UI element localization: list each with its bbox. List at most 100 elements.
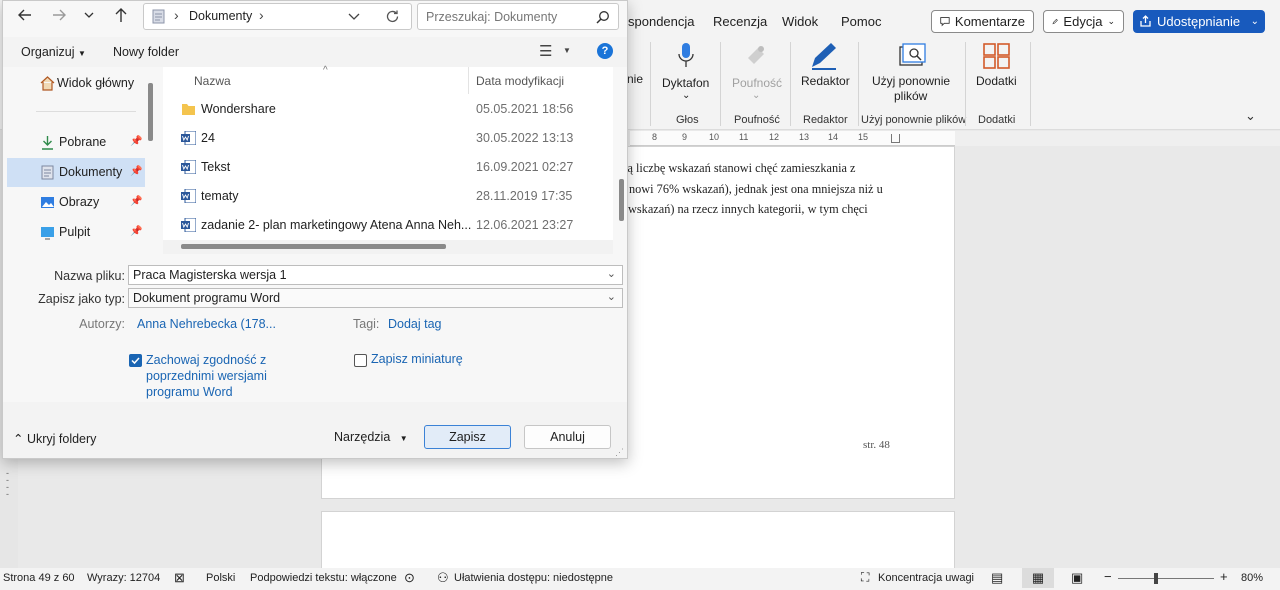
ruler-mark: 14 (828, 132, 839, 142)
editing-mode-button[interactable]: Edycja ⌄ (1043, 10, 1124, 33)
vertical-scrollbar-thumb[interactable] (619, 179, 624, 221)
document-page[interactable] (321, 511, 955, 571)
focus-mode-button[interactable]: Koncentracja uwagi (878, 572, 974, 584)
search-input[interactable]: Przeszukaj: Dokumenty (426, 10, 557, 24)
authors-value[interactable]: Anna Nehrebecka (178... (137, 317, 276, 331)
ruler-mark: 8 (652, 132, 658, 142)
zoom-level[interactable]: 80% (1241, 572, 1263, 584)
reuse-files-group-label: Użyj ponownie plików (861, 114, 967, 126)
print-layout-icon[interactable]: ▦ (1022, 568, 1054, 588)
navigation-pane: Widok główny Pobrane 📌 Dokumenty 📌 Obraz… (3, 67, 153, 254)
filetype-label: Zapisz jako typ: (38, 292, 125, 306)
word-count[interactable]: Wyrazy: 12704 (87, 572, 160, 584)
compatibility-checkbox[interactable] (129, 354, 142, 367)
horizontal-scrollbar-thumb[interactable] (181, 244, 446, 249)
horizontal-ruler[interactable]: 8 9 10 11 12 13 14 15 (630, 131, 1280, 146)
microphone-icon (678, 43, 694, 67)
sensitivity-button[interactable]: Poufność ⌄ Poufność (722, 38, 790, 130)
filename-input[interactable]: Praca Magisterska wersja 1 ⌄ (128, 265, 623, 285)
horizontal-scrollbar[interactable] (163, 240, 613, 254)
file-row[interactable]: Tekst 16.09.2021 02:27 (163, 153, 613, 182)
voice-group-label: Głos (676, 114, 699, 126)
column-divider[interactable] (468, 67, 469, 94)
file-row[interactable]: tematy 28.11.2019 17:35 (163, 182, 613, 211)
comments-button[interactable]: Komentarze (931, 10, 1034, 33)
back-arrow-icon[interactable] (17, 7, 33, 23)
macro-record-icon[interactable]: ⊙ (404, 570, 415, 586)
resize-grip-icon[interactable]: ⋰ (615, 447, 624, 458)
reuse-files-button[interactable]: Użyj ponownie plików Użyj ponownie plikó… (860, 38, 967, 130)
forward-arrow-icon[interactable] (51, 7, 67, 23)
hide-folders-button[interactable]: ⌃ Ukryj foldery (13, 431, 96, 446)
breadcrumb-chevron-icon[interactable]: › (259, 7, 264, 23)
nav-item-pictures[interactable]: Obrazy 📌 (7, 188, 145, 217)
nav-item-documents[interactable]: Dokumenty 📌 (7, 158, 145, 187)
address-bar[interactable]: › Dokumenty › (143, 3, 412, 30)
new-folder-button[interactable]: Nowy folder (113, 45, 179, 59)
organize-menu-button[interactable]: Organizuj ▼ (21, 45, 86, 59)
save-button[interactable]: Zapisz (424, 425, 511, 449)
ribbon-expand-chevron-icon[interactable]: ⌄ (1245, 108, 1256, 124)
page-count[interactable]: Strona 49 z 60 (3, 572, 75, 584)
cancel-button[interactable]: Anuluj (524, 425, 611, 449)
file-row[interactable]: Wondershare 05.05.2021 18:56 (163, 95, 613, 124)
pin-icon[interactable]: 📌 (130, 226, 142, 237)
chevron-down-icon: ⌄ (682, 90, 691, 101)
tab-recenzja[interactable]: Recenzja (713, 14, 767, 29)
column-header-name[interactable]: Nazwa (194, 74, 231, 88)
save-thumbnail-label[interactable]: Zapisz miniaturę (371, 352, 463, 366)
save-thumbnail-checkbox[interactable] (354, 354, 367, 367)
view-dropdown-arrow-icon[interactable]: ▼ (563, 46, 571, 55)
share-button[interactable]: Udostępnianie ⌄ (1133, 10, 1265, 33)
search-box[interactable]: Przeszukaj: Dokumenty (417, 3, 619, 30)
web-layout-icon[interactable]: ▣ (1071, 570, 1083, 586)
pin-icon[interactable]: 📌 (130, 166, 142, 177)
nav-item-home[interactable]: Widok główny (7, 69, 145, 98)
pin-icon[interactable]: 📌 (130, 196, 142, 207)
refresh-icon[interactable] (385, 9, 400, 24)
nav-item-desktop[interactable]: Pulpit 📌 (7, 218, 145, 247)
nav-pane-scrollbar[interactable] (148, 83, 153, 141)
search-icon[interactable] (596, 10, 610, 24)
help-icon[interactable]: ? (597, 43, 613, 59)
right-indent-marker[interactable] (891, 134, 900, 143)
zoom-in-icon[interactable]: + (1220, 569, 1228, 584)
filename-dropdown-chevron-icon[interactable]: ⌄ (607, 267, 616, 280)
text-predictions-status[interactable]: Podpowiedzi tekstu: włączone (250, 572, 397, 584)
add-tag-link[interactable]: Dodaj tag (388, 317, 442, 331)
ruler-mark: 10 (709, 132, 720, 142)
reuse-files-label-1: Użyj ponownie (872, 74, 951, 88)
file-row[interactable]: zadanie 2- plan marketingowy Atena Anna … (163, 211, 613, 240)
filetype-dropdown-chevron-icon[interactable]: ⌄ (607, 290, 616, 303)
language-status[interactable]: Polski (206, 572, 235, 584)
file-row[interactable]: 24 30.05.2022 13:13 (163, 124, 613, 153)
read-mode-icon[interactable]: ▤ (991, 570, 1003, 586)
ribbon-partial-label: nie (627, 72, 644, 86)
column-header-modified[interactable]: Data modyfikacji (476, 74, 564, 88)
up-arrow-icon[interactable] (113, 7, 129, 23)
pin-icon[interactable]: 📌 (130, 136, 142, 147)
desktop-icon (41, 227, 54, 240)
proofing-icon[interactable]: ⊠ (174, 570, 185, 586)
filetype-select[interactable]: Dokument programu Word ⌄ (128, 288, 623, 308)
view-options-icon[interactable]: ☰ (539, 42, 552, 60)
tab-korespondencja[interactable]: spondencja (628, 14, 695, 29)
editor-button[interactable]: Redaktor Redaktor (792, 38, 858, 130)
compatibility-checkbox-label[interactable]: Zachowaj zgodność z poprzednimi wersjami… (146, 352, 267, 400)
tools-menu-button[interactable]: Narzędzia ▼ (334, 430, 408, 444)
tab-widok[interactable]: Widok (782, 14, 818, 29)
zoom-out-icon[interactable]: − (1104, 569, 1112, 584)
nav-item-downloads[interactable]: Pobrane 📌 (7, 128, 145, 157)
save-as-dialog: › Dokumenty › Przeszukaj: Dokumenty Orga… (2, 0, 628, 459)
sensitivity-icon (748, 46, 764, 64)
dropdown-arrow-icon: ▼ (77, 49, 86, 58)
breadcrumb-documents[interactable]: Dokumenty (189, 9, 252, 23)
accessibility-status[interactable]: Ułatwienia dostępu: niedostępne (454, 572, 613, 584)
zoom-slider[interactable] (1118, 578, 1214, 579)
recent-locations-chevron-icon[interactable] (83, 9, 95, 21)
tab-pomoc[interactable]: Pomoc (841, 14, 881, 29)
zoom-slider-thumb[interactable] (1154, 573, 1158, 584)
address-dropdown-chevron-icon[interactable] (348, 12, 360, 22)
dictate-button[interactable]: Dyktafon ⌄ Głos (652, 38, 720, 130)
addins-button[interactable]: Dodatki Dodatki (968, 38, 1028, 130)
